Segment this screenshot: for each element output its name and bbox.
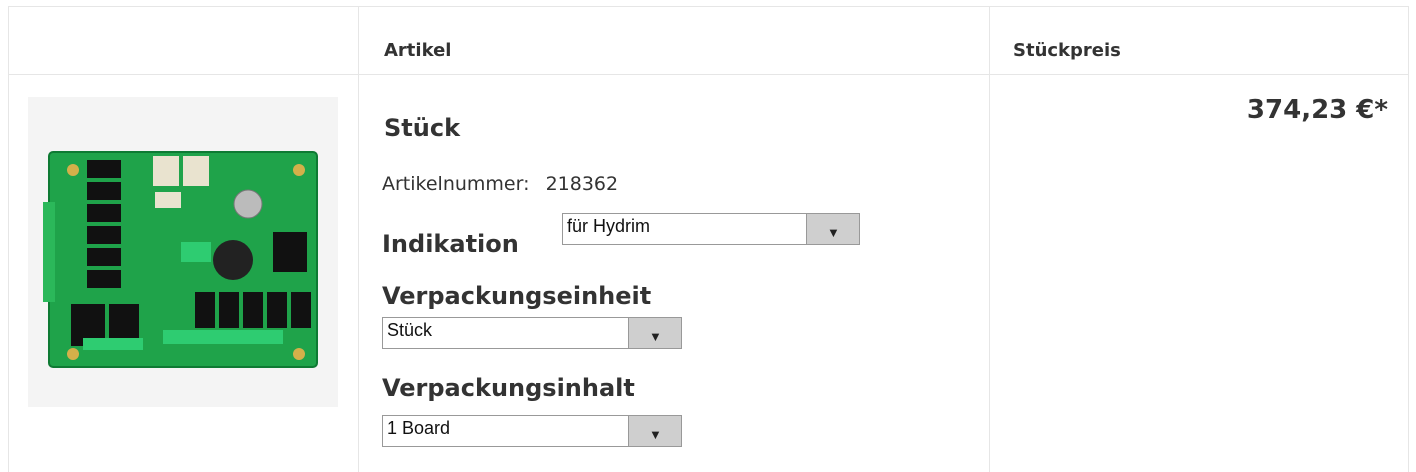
- indication-select-value: für Hydrim: [567, 216, 651, 236]
- product-image[interactable]: [28, 97, 338, 407]
- column-header-article: Artikel: [384, 40, 452, 61]
- chevron-down-icon: ▼: [827, 225, 840, 240]
- article-number-label: Artikelnummer:: [382, 173, 530, 195]
- packaging-unit-label: Verpackungseinheit: [382, 282, 652, 310]
- packaging-unit-dropdown-button[interactable]: ▼: [628, 318, 681, 348]
- packaging-content-select-value: 1 Board: [387, 418, 451, 438]
- article-number-row: Artikelnummer: 218362: [382, 173, 618, 195]
- column-divider-2: [989, 6, 990, 472]
- product-title[interactable]: Stück: [384, 114, 460, 142]
- indication-select[interactable]: für Hydrim ▼: [562, 213, 860, 245]
- indication-label: Indikation: [382, 230, 519, 258]
- column-header-unit-price: Stückpreis: [1013, 40, 1121, 61]
- cart-table: Artikel Stückpreis Stück Artikelnummer: …: [8, 6, 1409, 472]
- packaging-content-label: Verpackungsinhalt: [382, 374, 635, 402]
- circuit-board-image: [43, 151, 318, 368]
- indication-dropdown-button[interactable]: ▼: [806, 214, 859, 244]
- article-number-value: 218362: [545, 173, 619, 195]
- table-top-border: [9, 6, 1408, 7]
- header-divider: [9, 74, 1408, 75]
- unit-price: 374,23 €*: [1246, 95, 1388, 125]
- packaging-unit-select[interactable]: Stück ▼: [382, 317, 682, 349]
- packaging-unit-select-value: Stück: [387, 320, 433, 340]
- column-divider-1: [358, 6, 359, 472]
- chevron-down-icon: ▼: [649, 329, 662, 344]
- packaging-content-select[interactable]: 1 Board ▼: [382, 415, 682, 447]
- packaging-content-dropdown-button[interactable]: ▼: [628, 416, 681, 446]
- chevron-down-icon: ▼: [649, 427, 662, 442]
